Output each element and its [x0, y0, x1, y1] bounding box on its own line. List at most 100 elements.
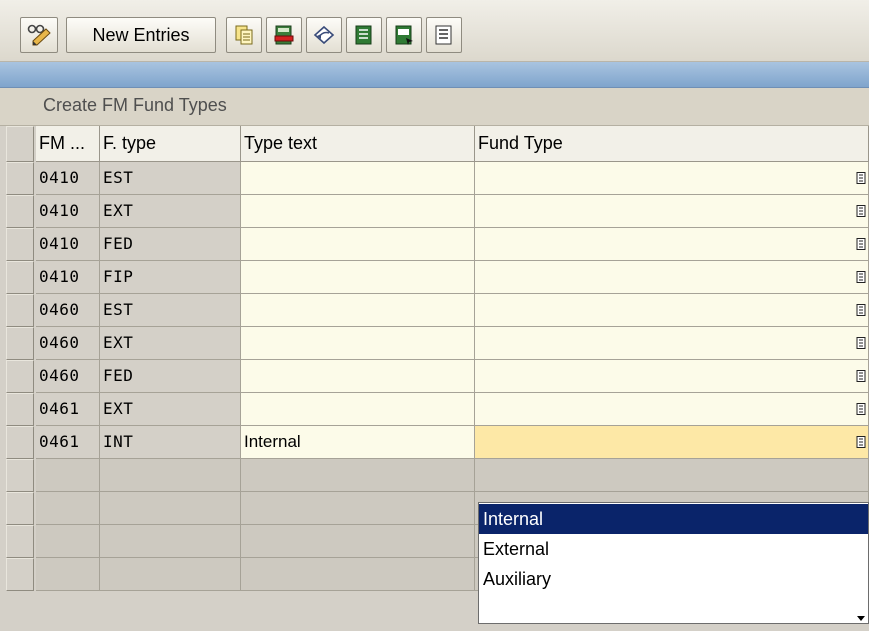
application-toolbar: New Entries — [0, 0, 869, 62]
row-selector[interactable] — [6, 360, 34, 393]
fund-type-input[interactable] — [475, 393, 869, 426]
delete-button[interactable] — [266, 17, 302, 53]
value-help-icon[interactable] — [856, 436, 866, 448]
empty-cell — [100, 558, 241, 591]
fund-type-input[interactable] — [475, 162, 869, 195]
value-help-icon[interactable] — [856, 304, 866, 316]
fm-area-cell: 0460 — [36, 294, 100, 327]
fund-type-input[interactable] — [475, 327, 869, 360]
type-text-input[interactable] — [241, 195, 475, 228]
new-entries-label: New Entries — [92, 24, 190, 45]
fund-type-input[interactable] — [475, 360, 869, 393]
fund-type-input[interactable] — [475, 294, 869, 327]
column-header-fund-type[interactable]: Fund Type — [475, 126, 869, 162]
pencil-glasses-icon — [27, 24, 51, 46]
empty-cell — [475, 459, 869, 492]
empty-cell — [241, 558, 475, 591]
row-selector[interactable] — [6, 459, 34, 492]
select-block-icon — [395, 25, 413, 45]
undo-change-button[interactable] — [306, 17, 342, 53]
copy-as-button[interactable] — [226, 17, 262, 53]
deselect-all-button[interactable] — [426, 17, 462, 53]
value-help-icon[interactable] — [856, 271, 866, 283]
fund-type-code-cell: INT — [100, 426, 241, 459]
type-text-input[interactable] — [241, 393, 475, 426]
scroll-down-arrow-icon[interactable] — [854, 613, 868, 623]
dropdown-option-external[interactable]: External — [479, 534, 868, 564]
empty-cell — [241, 525, 475, 558]
fund-type-code-cell: FIP — [100, 261, 241, 294]
delete-icon — [274, 25, 294, 45]
fm-area-cell: 0460 — [36, 360, 100, 393]
row-selector[interactable] — [6, 426, 34, 459]
display-change-toggle-button[interactable] — [20, 17, 58, 53]
fund-type-code-cell: FED — [100, 228, 241, 261]
fund-type-code-cell: FED — [100, 360, 241, 393]
value-help-icon[interactable] — [856, 370, 866, 382]
fund-type-dropdown-list[interactable]: Internal External Auxiliary — [478, 502, 869, 624]
fund-type-code-cell: EXT — [100, 195, 241, 228]
copy-icon — [235, 25, 253, 45]
table-title: Create FM Fund Types — [43, 95, 227, 115]
empty-cell — [241, 492, 475, 525]
empty-cell — [36, 525, 100, 558]
fund-type-input[interactable] — [475, 261, 869, 294]
fund-type-code-cell: EXT — [100, 393, 241, 426]
value-help-icon[interactable] — [856, 205, 866, 217]
value-help-icon[interactable] — [856, 403, 866, 415]
row-selector[interactable] — [6, 162, 34, 195]
empty-cell — [36, 459, 100, 492]
select-all-button[interactable] — [346, 17, 382, 53]
type-text-input[interactable] — [241, 261, 475, 294]
deselect-all-icon — [435, 25, 452, 45]
value-help-icon[interactable] — [856, 337, 866, 349]
fund-type-input[interactable] — [475, 228, 869, 261]
column-header-fm-area[interactable]: FM ... — [36, 126, 100, 162]
type-text-input[interactable]: Internal — [241, 426, 475, 459]
fund-type-input[interactable] — [475, 426, 869, 459]
row-selector[interactable] — [6, 294, 34, 327]
row-selector[interactable] — [6, 195, 34, 228]
type-text-input[interactable] — [241, 162, 475, 195]
empty-cell — [100, 525, 241, 558]
fm-area-cell: 0461 — [36, 393, 100, 426]
row-selector[interactable] — [6, 228, 34, 261]
row-selector[interactable] — [6, 558, 34, 591]
fm-area-cell: 0410 — [36, 195, 100, 228]
row-selector[interactable] — [6, 393, 34, 426]
select-block-button[interactable] — [386, 17, 422, 53]
fund-type-code-cell: EXT — [100, 327, 241, 360]
undo-icon — [313, 25, 335, 45]
value-help-icon[interactable] — [856, 238, 866, 250]
fund-type-code-cell: EST — [100, 162, 241, 195]
empty-cell — [36, 492, 100, 525]
fm-area-cell: 0461 — [36, 426, 100, 459]
value-help-icon[interactable] — [856, 172, 866, 184]
dropdown-option-auxiliary[interactable]: Auxiliary — [479, 564, 868, 594]
fm-area-cell: 0410 — [36, 228, 100, 261]
empty-cell — [241, 459, 475, 492]
type-text-input[interactable] — [241, 327, 475, 360]
select-all-icon — [355, 25, 372, 45]
dropdown-option-internal[interactable]: Internal — [479, 504, 868, 534]
fm-area-cell: 0460 — [36, 327, 100, 360]
empty-cell — [100, 492, 241, 525]
toolbar-separator — [0, 62, 869, 88]
column-header-type-text[interactable]: Type text — [241, 126, 475, 162]
row-selector[interactable] — [6, 525, 34, 558]
type-text-input[interactable] — [241, 294, 475, 327]
row-selector[interactable] — [6, 327, 34, 360]
table-title-bar: Create FM Fund Types — [0, 88, 869, 126]
column-header-fund-type-code[interactable]: F. type — [100, 126, 241, 162]
select-all-rows-button[interactable] — [6, 126, 34, 162]
new-entries-button[interactable]: New Entries — [66, 17, 216, 53]
type-text-input[interactable] — [241, 228, 475, 261]
row-selector[interactable] — [6, 261, 34, 294]
empty-cell — [100, 459, 241, 492]
fm-area-cell: 0410 — [36, 261, 100, 294]
empty-cell — [36, 558, 100, 591]
type-text-input[interactable] — [241, 360, 475, 393]
fund-type-input[interactable] — [475, 195, 869, 228]
row-selector[interactable] — [6, 492, 34, 525]
fund-type-code-cell: EST — [100, 294, 241, 327]
